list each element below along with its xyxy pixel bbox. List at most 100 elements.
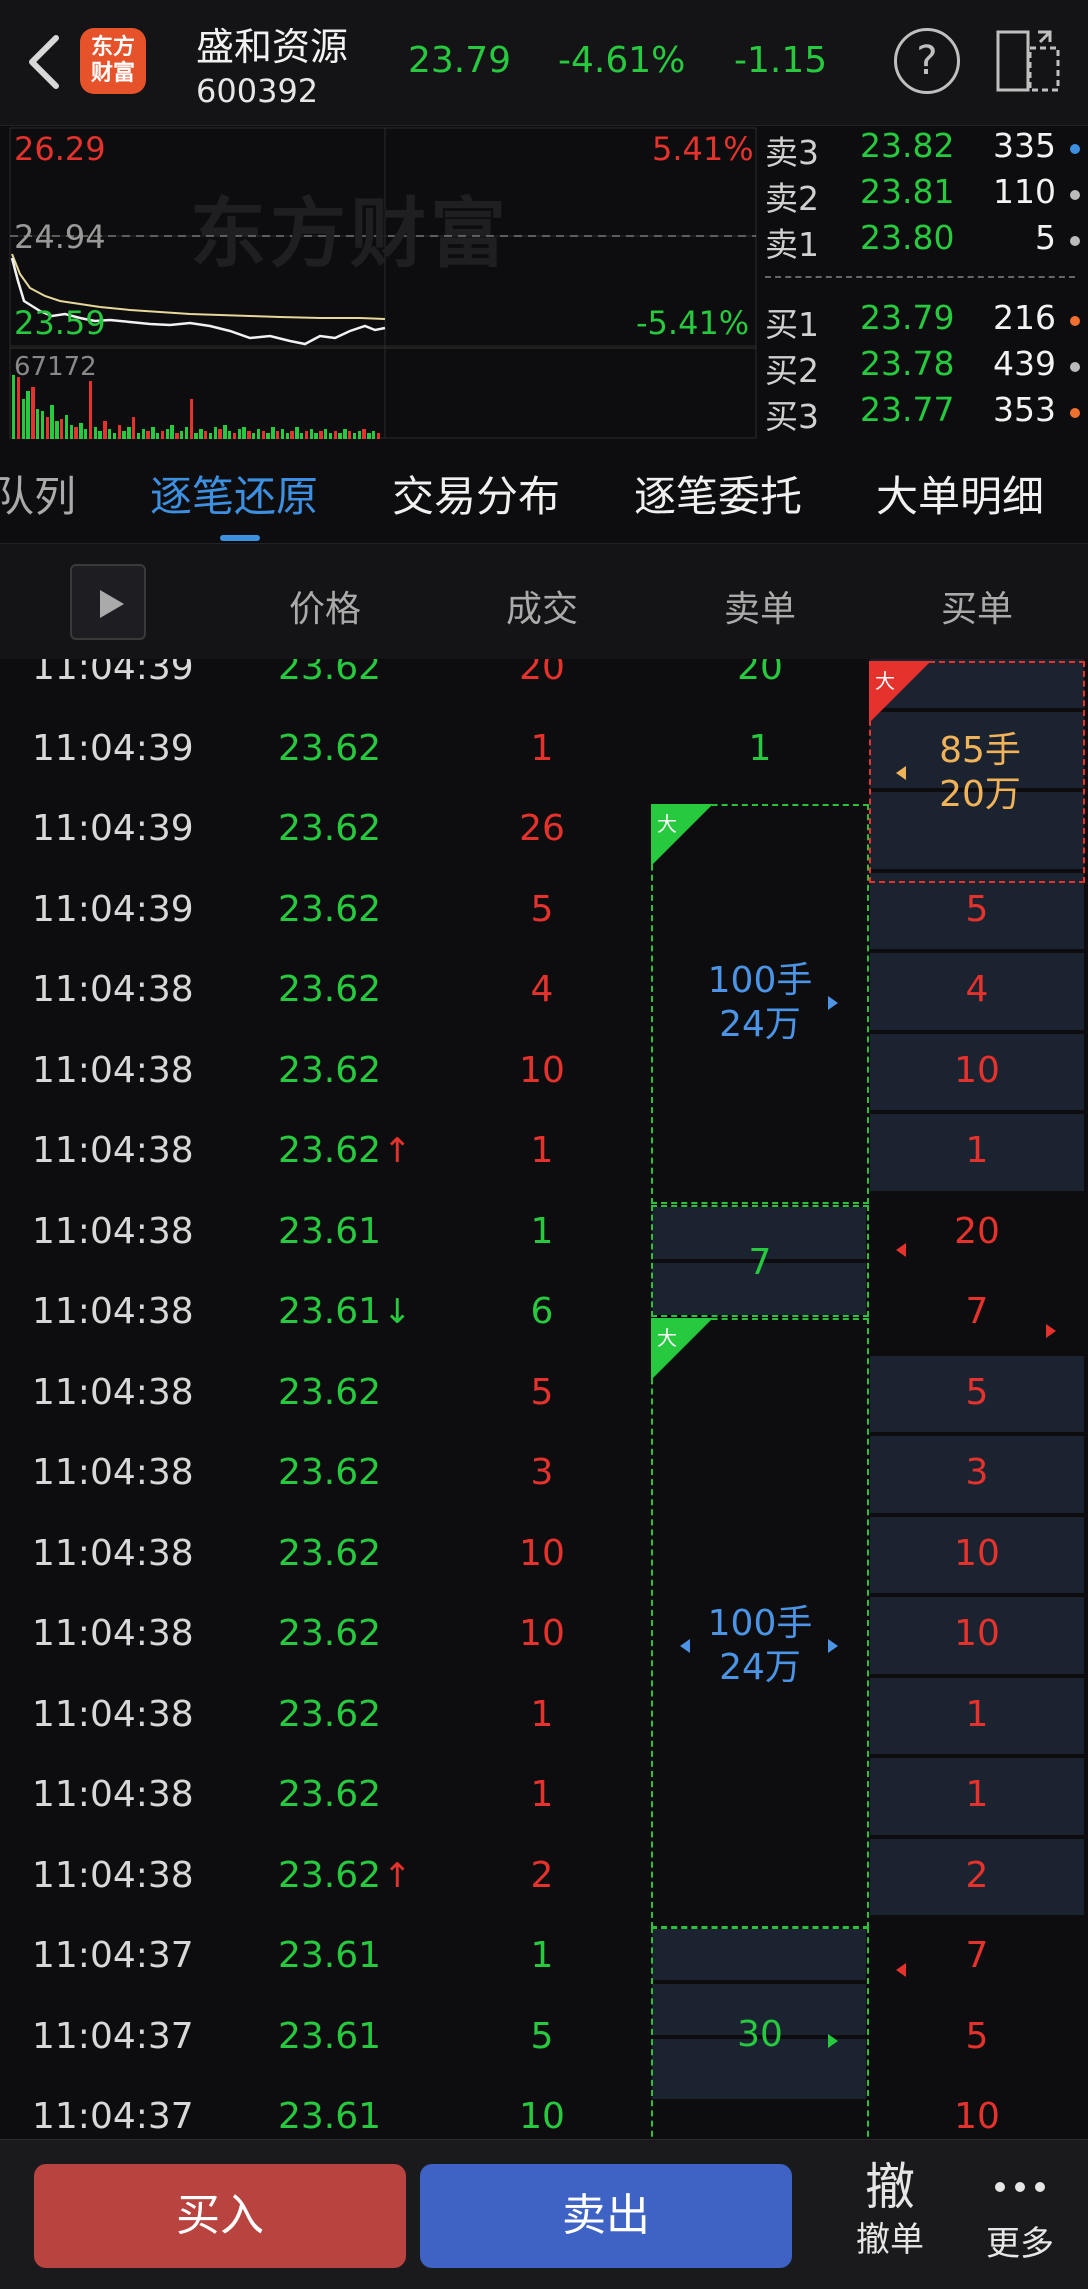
table-row[interactable]: 11:04:37 23.61 5 5: [0, 1998, 1088, 2079]
volume-bar: [31, 387, 35, 439]
more-button[interactable]: 更多: [960, 2156, 1080, 2276]
row-buy: 20: [954, 1210, 1000, 1252]
price-arrow-icon: ↑: [383, 1855, 412, 1896]
sell-2-dot: [1070, 190, 1080, 200]
row-price-value: 23.62: [278, 1854, 382, 1896]
table-row[interactable]: 11:04:38 23.62 1 1: [0, 1756, 1088, 1837]
volume-bar: [290, 431, 294, 439]
buy-3-dot: [1070, 408, 1080, 418]
play-icon[interactable]: [70, 564, 146, 640]
volume-bar: [266, 433, 270, 439]
volume-bar: [232, 433, 237, 439]
row-time: 11:04:38: [32, 1774, 194, 1815]
tab-tick-orders[interactable]: 逐笔委托: [634, 463, 802, 524]
chart-high-pct: 5.41%: [652, 130, 754, 168]
volume-bar: [21, 399, 25, 439]
sell-level-2: 卖2 23.81 110: [760, 172, 1088, 218]
help-icon[interactable]: ?: [894, 28, 960, 94]
table-row[interactable]: 11:04:38 23.62 4 4: [0, 951, 1088, 1032]
volume-bar: [136, 433, 141, 439]
row-time: 11:04:38: [32, 1291, 194, 1332]
row-price-value: 23.62: [278, 1613, 382, 1654]
order-book: 卖3 23.82 335 卖2 23.81 110 卖1 23.80 5 买1 …: [760, 126, 1088, 441]
volume-bar: [12, 375, 16, 439]
volume-bar: [194, 433, 198, 439]
row-time: 11:04:38: [32, 1130, 194, 1171]
back-arrow-icon[interactable]: [22, 30, 66, 94]
volume-bar: [280, 429, 285, 439]
volume-bar: [376, 433, 381, 439]
sell-block-2-text: 100手 24万: [700, 1602, 820, 1690]
big-order-tag: 大: [657, 812, 677, 836]
table-row[interactable]: 11:04:38 23.61 1 20: [0, 1193, 1088, 1274]
table-row[interactable]: 11:04:38 23.62 5 5: [0, 1354, 1088, 1435]
row-price-value: 23.61: [278, 1291, 382, 1332]
chart-mid-price: 24.94: [14, 218, 106, 256]
sell-3-price: 23.82: [860, 126, 955, 165]
caret-right-icon: [828, 1639, 838, 1653]
volume-bar: [276, 431, 280, 439]
row-buy: 7: [965, 1291, 989, 1332]
table-row[interactable]: 11:04:37 23.61 1 7: [0, 1917, 1088, 1998]
volume-bar: [367, 433, 371, 439]
row-price: 23.61↓: [278, 1291, 412, 1332]
row-price: 23.62: [278, 1372, 383, 1413]
table-row[interactable]: 11:04:38 23.62 10 10: [0, 1595, 1088, 1676]
volume-bar: [333, 431, 337, 439]
chart-low-pct: -5.41%: [636, 304, 750, 342]
volume-bar: [141, 429, 145, 439]
table-row[interactable]: 11:04:38 23.62↑ 1 1: [0, 1112, 1088, 1193]
volume-bar: [208, 433, 213, 439]
buy-button[interactable]: 买入: [34, 2164, 406, 2268]
buy-3-label: 买3: [765, 397, 819, 436]
table-row[interactable]: 11:04:38 23.61↓ 6 7: [0, 1273, 1088, 1354]
table-row[interactable]: 11:04:38 23.62 1 1: [0, 1676, 1088, 1757]
cancel-icon: 撤: [865, 2158, 915, 2216]
tab-queue[interactable]: 队列: [0, 463, 76, 524]
volume-bar: [352, 433, 357, 439]
intraday-chart[interactable]: 26.29 5.41% 24.94 23.59 -5.41% 67172 东方财…: [0, 126, 760, 441]
row-price-value: 23.62: [278, 969, 382, 1010]
table-row[interactable]: 11:04:38 23.62 3 3: [0, 1434, 1088, 1515]
sell-block-lots: 100手: [707, 960, 813, 1001]
row-price: 23.62: [278, 1452, 383, 1493]
row-qty: 3: [530, 1452, 554, 1493]
volume-bar: [26, 391, 30, 439]
logo-text-2: 财富: [90, 61, 135, 86]
tab-tick-restore[interactable]: 逐笔还原: [150, 463, 318, 524]
row-time: 11:04:38: [32, 1854, 194, 1896]
row-price: 23.62: [278, 1694, 383, 1735]
cancel-label: 撤单: [856, 2220, 924, 2260]
volume-bar: [146, 431, 150, 439]
row-qty: 5: [530, 1371, 554, 1413]
row-qty: 10: [519, 1049, 565, 1091]
volume-bar: [117, 425, 121, 439]
row-price: 23.62: [278, 969, 383, 1010]
caret-right-icon: [828, 2034, 838, 2048]
header-bar: 东方 财富 盛和资源 600392 23.79 -4.61% -1.15 ?: [0, 0, 1088, 126]
table-row[interactable]: 11:04:38 23.62 10 10: [0, 1515, 1088, 1596]
row-qty: 1: [530, 1774, 554, 1815]
table-row[interactable]: 11:04:38 23.62↑ 2 2: [0, 1837, 1088, 1918]
table-row[interactable]: 11:04:38 23.62 10 10: [0, 1032, 1088, 1113]
volume-bar: [319, 431, 323, 439]
buy-2-label: 买2: [765, 351, 819, 390]
cancel-order-button[interactable]: 撤 撤单: [820, 2156, 960, 2276]
sell-block-text: 100手 24万: [700, 959, 820, 1047]
row-time: 11:04:38: [32, 1452, 194, 1493]
volume-bar: [122, 431, 126, 439]
sell-group-qty: 7: [748, 1242, 772, 1283]
table-row[interactable]: 11:04:37 23.61 10 10: [0, 2078, 1088, 2139]
tab-large-orders[interactable]: 大单明细: [876, 463, 1044, 524]
row-price: 23.62: [278, 1613, 383, 1654]
tick-table[interactable]: 11:04:39 23.62 20 20 11:04:39 23.62 1 1 11:04:39…: [0, 659, 1088, 2139]
volume-bar: [189, 399, 193, 439]
volume-bar: [252, 433, 256, 439]
switch-layout-icon[interactable]: [994, 28, 1062, 94]
change-percent: -4.61%: [558, 40, 686, 81]
row-price-value: 23.62: [278, 808, 382, 849]
sell-button[interactable]: 卖出: [420, 2164, 792, 2268]
row-time: 11:04:38: [32, 1613, 194, 1654]
row-qty: 1: [530, 1130, 554, 1171]
tab-trade-distribution[interactable]: 交易分布: [392, 463, 560, 524]
